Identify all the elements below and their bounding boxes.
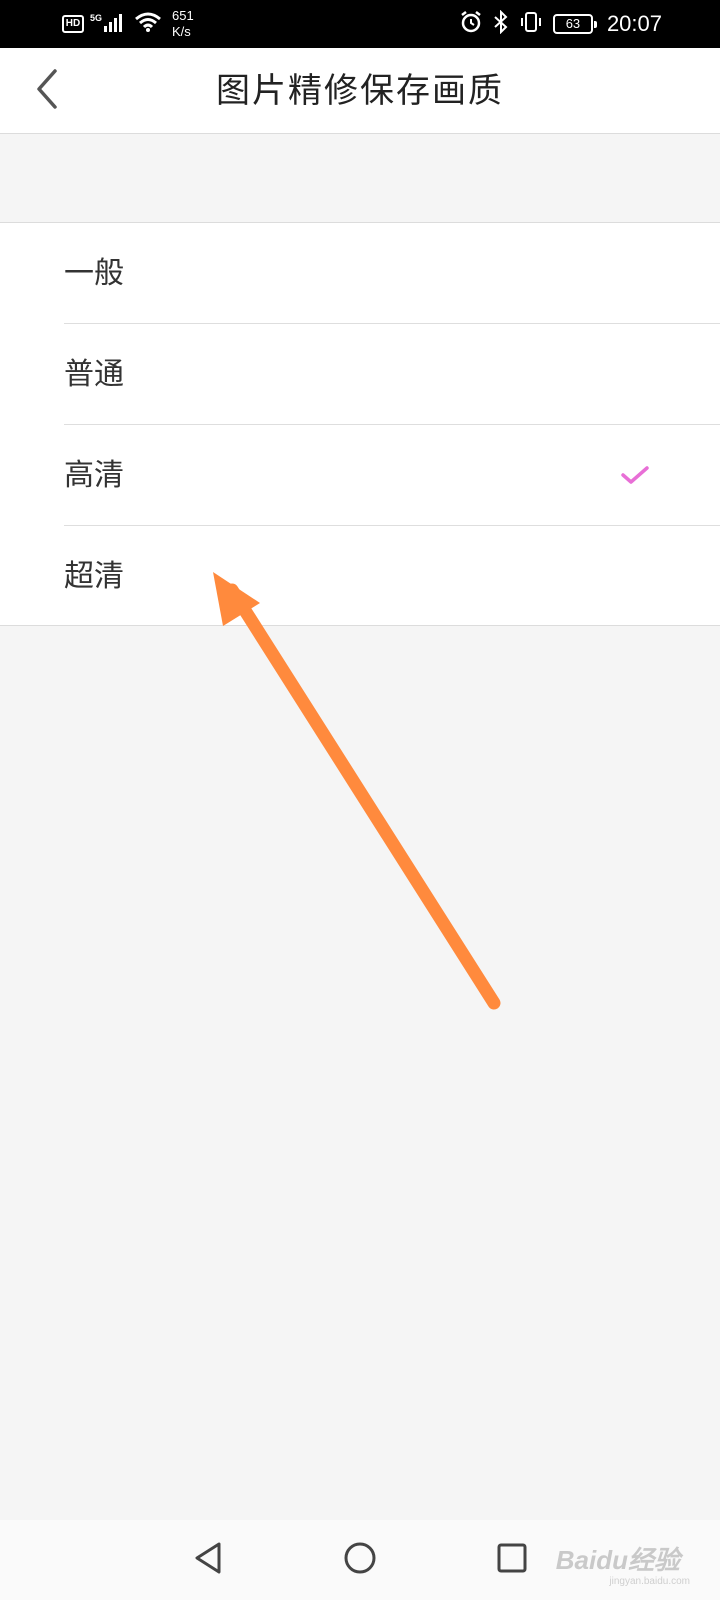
clock: 20:07 [606, 11, 662, 36]
alarm-icon [459, 10, 483, 38]
square-recent-icon [495, 1541, 529, 1579]
watermark-logo: Baidu经验 [555, 1545, 680, 1575]
nav-home-button[interactable] [338, 1538, 382, 1582]
page-title: 图片精修保存画质 [216, 71, 504, 111]
bluetooth-icon [493, 9, 509, 38]
nav-back-button[interactable] [186, 1538, 230, 1582]
battery-indicator: 63 [552, 14, 597, 34]
vibrate-icon [519, 10, 543, 38]
wifi-icon [134, 11, 162, 37]
option-label: 普通 [64, 357, 124, 392]
status-bar: HD 5G 651 K/s 63 20:07 [0, 0, 720, 48]
app-header: 图片精修保存画质 [0, 48, 720, 134]
triangle-back-icon [191, 1540, 225, 1580]
option-label: 超清 [64, 559, 124, 594]
option-label: 一般 [64, 256, 124, 291]
signal-icon [104, 12, 126, 36]
circle-home-icon [342, 1540, 378, 1580]
option-label: 高清 [64, 458, 124, 493]
quality-options-list: 一般 普通 高清 超清 [0, 222, 720, 626]
option-hd[interactable]: 高清 [64, 425, 720, 526]
speed-unit: K/s [172, 24, 191, 39]
status-left: HD 5G 651 K/s [62, 0, 194, 48]
system-nav-bar: Baidu经验 jingyan.baidu.com [0, 1520, 720, 1600]
option-ultra-hd[interactable]: 超清 [64, 526, 720, 627]
option-standard[interactable]: 普通 [64, 324, 720, 425]
hd-badge: HD [62, 15, 84, 33]
network-speed: 651 K/s [172, 8, 194, 40]
speed-value: 651 [172, 8, 194, 23]
status-right: 63 20:07 [459, 0, 662, 48]
network-type: 5G [90, 13, 103, 23]
watermark-url: jingyan.baidu.com [609, 1576, 690, 1587]
option-normal[interactable]: 一般 [64, 223, 720, 324]
checkmark-icon [620, 463, 650, 487]
nav-recent-button[interactable] [490, 1538, 534, 1582]
